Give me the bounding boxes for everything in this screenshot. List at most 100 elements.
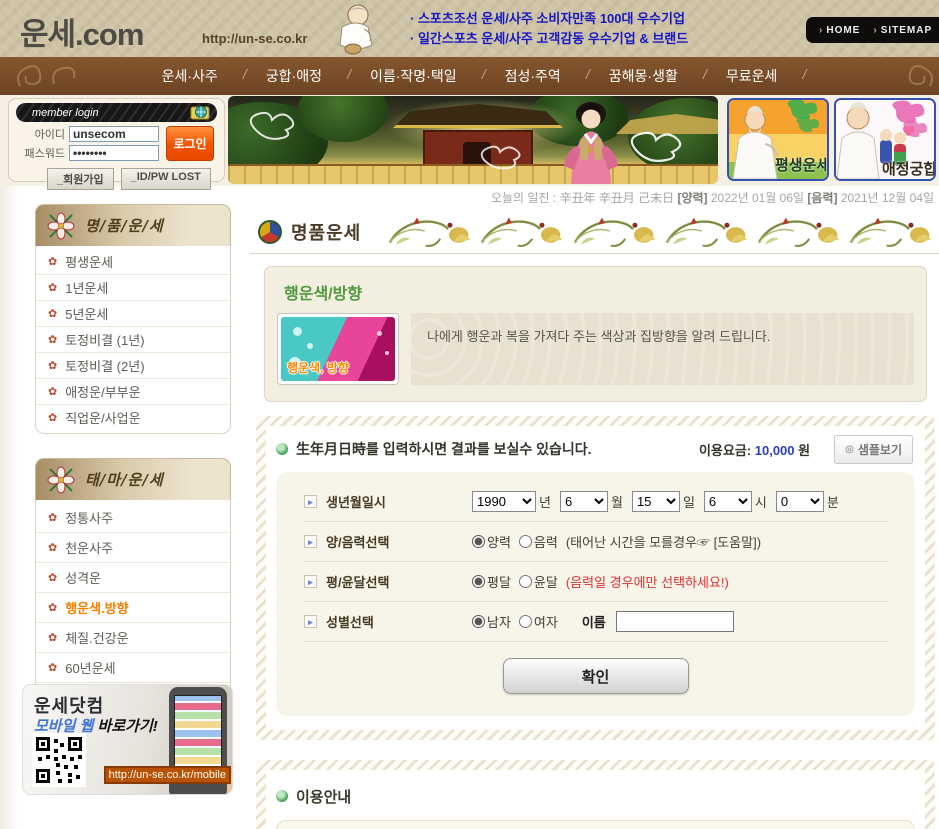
monk-mascot-icon [328, 3, 378, 55]
nav-ornament-icon [880, 60, 936, 92]
login-button[interactable]: 로그인 [166, 126, 214, 161]
menu1-title: 명/품/운/세 [85, 215, 164, 236]
arrow-box-icon: ▸ [304, 615, 317, 628]
sidebar-item-pyeongsaeng-unse[interactable]: ✿평생운세 [36, 249, 230, 275]
birth-datetime-row: ▸생년월일시 1990년 6월 15일 6시 0분 [304, 482, 887, 522]
sidebar-item-1nyeon-unse[interactable]: ✿1년운세 [36, 275, 230, 301]
service-title: 행운색/방향 [284, 280, 914, 304]
topnav-home[interactable]: ›HOME [819, 25, 860, 36]
sample-view-button[interactable]: ◎샘플보기 [834, 435, 913, 464]
sidebar-item-aejeong-bubu[interactable]: ✿애정운/부부운 [36, 379, 230, 405]
sidebar-item-5nyeon-unse[interactable]: ✿5년운세 [36, 301, 230, 327]
nav-muryo-unse[interactable]: 무료운세 [702, 66, 802, 86]
name-input[interactable] [616, 611, 734, 632]
flower-bullet-icon: ✿ [48, 511, 57, 524]
chevron-icon: › [873, 25, 877, 36]
sidebar-item-haengunsaek-banghyang[interactable]: ✿행운색.방향 [36, 593, 230, 623]
main-banner-image [228, 96, 718, 184]
leap-month-row: ▸평/윤달선택 평달 윤달 (음력일 경우에만 선택하세요!) [304, 562, 887, 602]
menu2-header: 태/마/운/세 [35, 458, 231, 500]
green-bullet-icon [276, 790, 288, 802]
month-select[interactable]: 6 [560, 491, 608, 512]
id-input[interactable] [69, 126, 159, 142]
minute-select[interactable]: 0 [776, 491, 824, 512]
main-navbar: 운세·사주 궁합·애정 이름·작명·택일 점성·주역 꿈해몽·생활 무료운세 [0, 57, 939, 95]
lunar-radio[interactable]: 음력 [519, 532, 558, 551]
cloud-ornament-icon [478, 140, 542, 172]
sidebar-item-cheonun-saju[interactable]: ✿천운사주 [36, 533, 230, 563]
fee-text: 이용요금: 10,000 원 [699, 440, 810, 459]
arrow-box-icon: ▸ [304, 495, 317, 508]
fortune-form-section: 生年月日時를 입력하시면 결과를 보실수 있습니다. 이용요금: 10,000 … [256, 416, 935, 740]
floral-border-ornament [384, 214, 937, 250]
birth-label: 생년월일시 [326, 492, 386, 511]
birth-input-panel: ▸생년월일시 1990년 6월 15일 6시 0분 ▸양/음력선택 양력 음력 … [276, 472, 915, 716]
circle-bullet-icon: ◎ [845, 444, 854, 455]
banner-love-compatibility[interactable]: 애정궁합 [834, 98, 936, 181]
confirm-button[interactable]: 확인 [503, 658, 689, 694]
flower-bullet-icon: ✿ [48, 541, 57, 554]
solar-radio[interactable]: 양력 [472, 532, 511, 551]
topnav-sitemap[interactable]: ›SITEMAP [873, 25, 932, 36]
calendar-label: 양/음력선택 [326, 532, 389, 551]
arrow-box-icon: ▸ [304, 575, 317, 588]
flower-bullet-icon: ✿ [48, 281, 57, 294]
sidebar-item-jeongtong-saju[interactable]: ✿정통사주 [36, 503, 230, 533]
nav-jeomseong-juyeok[interactable]: 점성·주역 [481, 66, 585, 86]
top-header: 운세.com http://un-se.co.kr · 스포츠조선 운세/사주 … [0, 0, 939, 57]
nav-gunghap-aejeong[interactable]: 궁합·애정 [242, 66, 346, 86]
hanbok-lady-illustration [554, 100, 628, 184]
flower-ornament-icon [46, 211, 76, 241]
svg-text:평생운세: 평생운세 [775, 156, 827, 174]
nav-kkumhaemong[interactable]: 꿈해몽·생활 [585, 66, 702, 86]
promo-lines: · 스포츠조선 운세/사주 소비자만족 100대 우수기업 · 일간스포츠 운세… [410, 9, 688, 49]
site-logo[interactable]: 운세.com [20, 9, 143, 54]
service-thumbnail[interactable]: 행운색, 방향 [277, 313, 399, 385]
mobile-web-banner[interactable]: 운세닷컴 모바일 웹 바로가기! http://un-se.co.kr/mobi… [22, 684, 233, 795]
svg-text:애정궁합: 애정궁합 [882, 160, 934, 178]
solar-tag: [양력] [677, 191, 707, 205]
leap-month-radio[interactable]: 윤달 [519, 572, 558, 591]
site-url-text: http://un-se.co.kr [202, 31, 307, 46]
calendar-type-row: ▸양/음력선택 양력 음력 (태어난 시간을 모를경우☞ [도움말]) [304, 522, 887, 562]
cloud-ornament-icon [246, 106, 316, 142]
sidebar-item-tojeong-1[interactable]: ✿토정비결 (1년) [36, 327, 230, 353]
sidebar-item-tojeong-2[interactable]: ✿토정비결 (2년) [36, 353, 230, 379]
green-bullet-icon [276, 443, 288, 455]
flower-bullet-icon: ✿ [48, 359, 57, 372]
signup-button[interactable]: _회원가입 [47, 168, 114, 190]
idpw-lost-button[interactable]: _ID/PW LOST [121, 168, 211, 190]
female-radio[interactable]: 여자 [519, 612, 558, 631]
id-label: 아이디 [15, 126, 65, 142]
form-header-text: 生年月日時를 입력하시면 결과를 보실수 있습니다. [296, 439, 592, 459]
year-select[interactable]: 1990 [472, 491, 536, 512]
sidebar-item-chejil-geongang[interactable]: ✿체질.건강운 [36, 623, 230, 653]
male-radio[interactable]: 남자 [472, 612, 511, 631]
day-select[interactable]: 15 [632, 491, 680, 512]
password-input[interactable] [69, 145, 159, 161]
promo-line-2[interactable]: · 일간스포츠 운세/사주 고객감동 우수기업 & 브랜드 [410, 29, 688, 49]
leap-label: 평/윤달선택 [326, 572, 389, 591]
left-edge-strip [0, 186, 18, 829]
qr-code [32, 733, 86, 787]
gender-label: 성별선택 [326, 612, 374, 631]
sidebar-item-jigeop-saeop[interactable]: ✿직업운/사업운 [36, 405, 230, 430]
today-iljin-line: 오늘의 일진 : 辛丑年 辛丑月 己未日 [양력] 2022년 01월 06일 … [491, 189, 934, 206]
flower-ornament-icon [46, 465, 76, 495]
hour-select[interactable]: 6 [704, 491, 752, 512]
page: 운세.com http://un-se.co.kr · 스포츠조선 운세/사주 … [0, 0, 939, 829]
banner-lifetime-fortune[interactable]: 평생운세 [727, 98, 829, 181]
help-link[interactable]: [도움말] [714, 535, 757, 550]
menu1-header: 명/품/운/세 [35, 204, 231, 246]
member-login-panel: member login 아이디 패스워드 로그인 _회원가입 _ID/PW L… [8, 98, 225, 182]
normal-month-radio[interactable]: 평달 [472, 572, 511, 591]
promo-line-1[interactable]: · 스포츠조선 운세/사주 소비자만족 100대 우수기업 [410, 9, 688, 29]
nav-ireum-jakmyeong[interactable]: 이름·작명·택일 [346, 66, 481, 86]
mobile-url-badge: http://un-se.co.kr/mobile [104, 766, 231, 784]
sidebar-item-60nyeon-unse[interactable]: ✿60년운세 [36, 653, 230, 683]
password-label: 패스워드 [15, 145, 65, 161]
page-title: 명품운세 [291, 219, 361, 245]
nav-unse-saju[interactable]: 운세·사주 [138, 66, 242, 86]
sidebar: 명/품/운/세 ✿평생운세 ✿1년운세 ✿5년운세 ✿토정비결 (1년) ✿토정… [35, 204, 231, 764]
sidebar-item-seonggyeok-un[interactable]: ✿성격운 [36, 563, 230, 593]
